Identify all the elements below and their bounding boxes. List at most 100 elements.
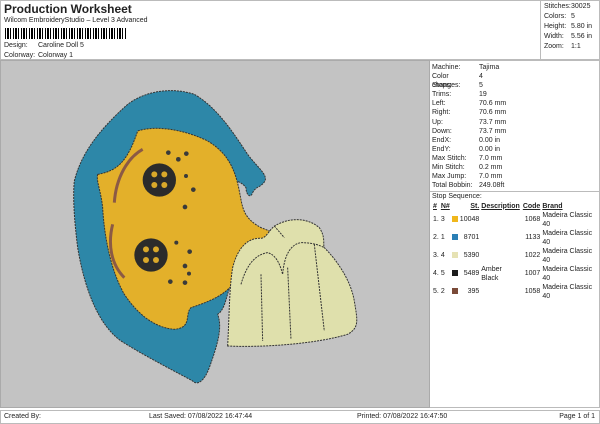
design-value: Caroline Doll 5 (38, 42, 84, 49)
thread-code: 1058 (524, 288, 541, 296)
design-label: Design: (4, 42, 28, 49)
needle-number: 2 (440, 288, 445, 296)
stitch-count: 10048 (459, 216, 480, 224)
thread-code: 1022 (524, 252, 541, 260)
info-value: 0.00 in (479, 136, 501, 144)
info-value: 70.6 mm (479, 109, 507, 117)
info-label: Max Jump: (432, 173, 467, 181)
thread-brand: Madeira Classic 40 (542, 265, 593, 282)
info-label: Total Bobbin: (432, 182, 473, 190)
embroidery-design (73, 90, 358, 384)
stat-value: 5.56 in (571, 33, 593, 40)
stop-number: 5. (433, 288, 439, 296)
color-swatch (451, 283, 459, 301)
stat-value: 5 (571, 13, 575, 20)
info-label: Trims: (432, 91, 452, 99)
info-row: Min Stitch: 0.2 mm (430, 163, 599, 172)
design-field: Design: Caroline Doll 5 (4, 42, 84, 49)
table-header: # N# St. Description Code Brand (432, 201, 599, 211)
description (480, 211, 522, 229)
info-row: Trims: 19 (430, 90, 599, 99)
info-value: 4 (479, 73, 483, 81)
info-value: 7.0 mm (479, 173, 503, 181)
stat-value: 30025 (571, 3, 591, 10)
table-row: 3. 4 5390 1022 Madeira Classic 40 (432, 247, 599, 265)
info-value: 70.6 mm (479, 100, 507, 108)
stat-label: Zoom: (544, 43, 564, 50)
col-number: # (433, 202, 437, 210)
info-label: Down: (432, 127, 452, 135)
stop-number: 3. (433, 252, 439, 260)
created-by: Created By: (4, 413, 41, 420)
description (480, 247, 522, 265)
thread-brand: Madeira Classic 40 (542, 211, 593, 228)
info-label: Max Stitch: (432, 154, 467, 162)
table-row: 1. 3 10048 1068 Madeira Classic 40 (432, 211, 599, 229)
info-row: Total Bobbin: 249.08ft (430, 181, 599, 190)
info-label: EndY: (432, 145, 451, 153)
stitch-count: 8701 (463, 234, 480, 242)
info-row: Stops: 5 (430, 81, 599, 90)
description (480, 283, 522, 301)
stop-number: 2. (433, 234, 439, 242)
software-name: Wilcom EmbroideryStudio – Level 3 Advanc… (4, 17, 148, 24)
thread-code: 1068 (524, 216, 541, 224)
barcode (5, 28, 127, 39)
table-row: 4. 5 5489 Amber Black 1007 Madeira Class… (432, 265, 599, 283)
design-preview (0, 60, 430, 408)
stats-box: Stitches: 30025 Colors: 5 Height: 5.80 in W… (540, 0, 600, 60)
info-label: Right: (432, 109, 451, 117)
info-value: 73.7 mm (479, 127, 507, 135)
info-row: Up: 73.7 mm (430, 118, 599, 127)
info-value: 249.08ft (479, 182, 505, 190)
needle-number: 3 (440, 216, 445, 224)
thread-brand: Madeira Classic 40 (542, 247, 593, 264)
col-needle: N# (440, 202, 450, 210)
swatch-icon (451, 288, 458, 295)
color-swatch (451, 229, 459, 247)
info-row: Color changes: 4 (430, 72, 599, 89)
description (480, 229, 522, 247)
stop-sequence-table: # N# St. Description Code Brand 1. 3 100… (432, 201, 599, 301)
info-value: 5 (479, 82, 483, 90)
info-row: Machine: Tajima (430, 63, 599, 72)
printed-date: Printed: 07/08/2022 16:47:50 (357, 413, 448, 420)
stitch-count: 395 (467, 288, 480, 296)
stat-value: 1:1 (571, 43, 581, 50)
info-row: Down: 73.7 mm (430, 127, 599, 136)
stat-label: Width: (544, 33, 564, 40)
needle-number: 4 (440, 252, 445, 260)
swatch-icon (451, 234, 458, 241)
thread-code: 1007 (524, 270, 541, 278)
table-row: 2. 1 8701 1133 Madeira Classic 40 (432, 229, 599, 247)
swatch-icon (451, 252, 458, 259)
info-row: EndY: 0.00 in (430, 145, 599, 154)
info-label: Stops: (432, 82, 452, 90)
swatch-icon (451, 216, 458, 223)
thread-brand: Madeira Classic 40 (542, 229, 593, 246)
color-swatch (451, 211, 459, 229)
page-title: Production Worksheet (4, 2, 132, 16)
stat-row: Zoom: 1:1 (544, 43, 581, 50)
stop-number: 1. (433, 216, 439, 224)
info-value: Tajima (479, 64, 500, 71)
color-swatch (451, 247, 459, 265)
col-brand: Brand (542, 202, 563, 210)
last-saved: Last Saved: 07/08/2022 16:47:44 (149, 413, 253, 420)
machine-info-panel: Machine: Tajima Color changes: 4 Stops: 5 T… (430, 60, 600, 408)
swatch-icon (451, 270, 458, 277)
stat-row: Stitches: 30025 (544, 3, 590, 10)
info-row: Left: 70.6 mm (430, 99, 599, 108)
thread-brand: Madeira Classic 40 (542, 283, 593, 300)
col-stitches: St. (470, 202, 480, 210)
stat-label: Colors: (544, 13, 567, 20)
info-value: 0.00 in (479, 145, 501, 153)
stat-label: Stitches: (544, 3, 571, 10)
stitch-count: 5489 (463, 270, 480, 278)
footer: Created By: Last Saved: 07/08/2022 16:47… (0, 410, 600, 424)
info-row: Max Jump: 7.0 mm (430, 172, 599, 181)
description: Amber Black (481, 265, 502, 282)
colorway-label: Colorway: (4, 52, 36, 59)
info-value: 19 (479, 91, 487, 99)
color-swatch (451, 265, 459, 283)
